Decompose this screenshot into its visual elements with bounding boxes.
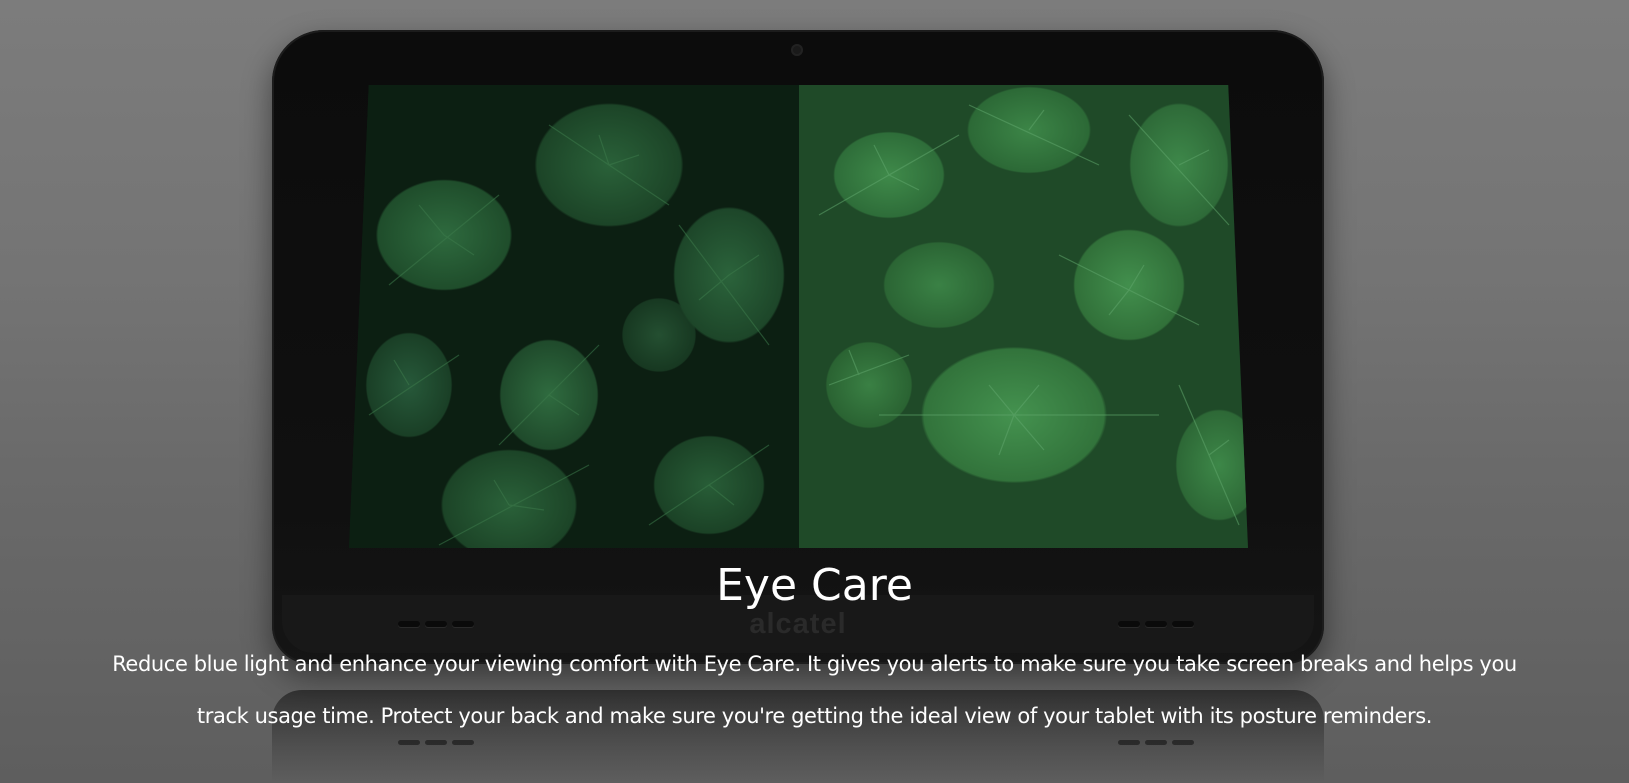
leaf-veins-right	[818, 104, 1240, 526]
screen-image-normal-mode	[349, 85, 799, 548]
screen-image-eye-care-mode	[799, 85, 1248, 548]
tablet-screen	[349, 85, 1248, 548]
feature-title: Eye Care	[716, 560, 913, 611]
speaker-grille-right	[1118, 621, 1194, 627]
speaker-grille-left	[398, 621, 474, 627]
leaf-veins-left	[368, 124, 770, 546]
feature-description: Reduce blue light and enhance your viewi…	[112, 652, 1517, 728]
front-camera-icon	[791, 44, 803, 56]
eye-care-section: alcatel Eye Care Reduce blue light and e…	[0, 0, 1629, 783]
